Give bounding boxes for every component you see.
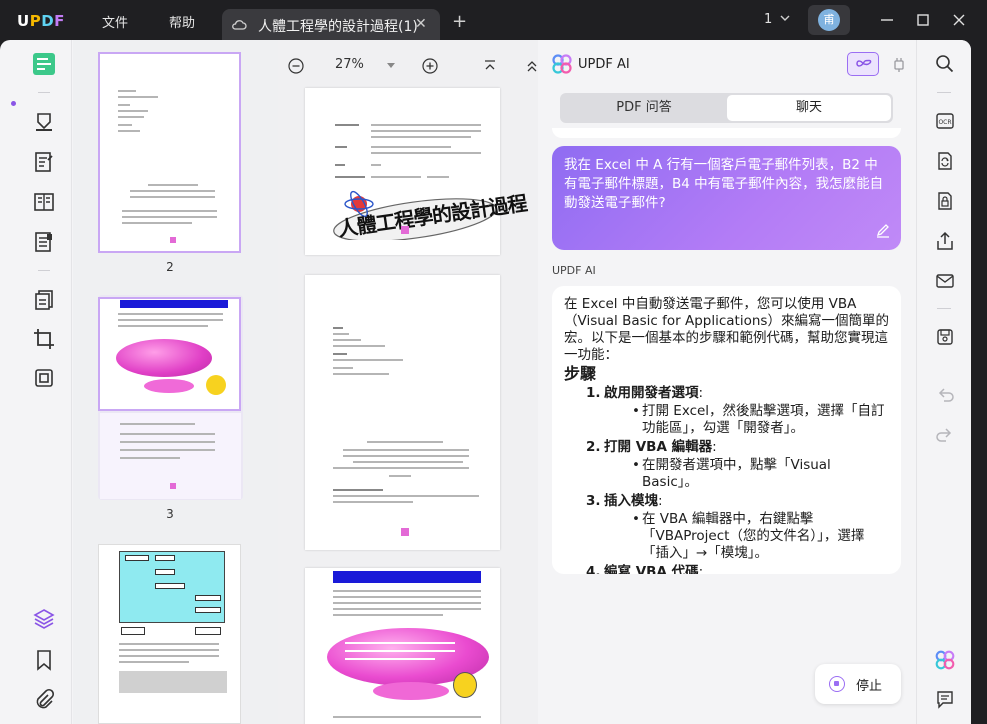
rail-divider	[937, 308, 951, 309]
share-icon[interactable]	[935, 231, 955, 251]
save-icon[interactable]	[935, 327, 955, 347]
zoom-dropdown-icon[interactable]	[386, 62, 396, 70]
close-tab-icon[interactable]: ✕	[415, 16, 427, 32]
assistant-label: UPDF AI	[552, 264, 596, 277]
assistant-message: 在 Excel 中自動發送電子郵件，您可以使用 VBA（Visual Basic…	[552, 286, 901, 574]
comment-icon[interactable]	[32, 110, 56, 134]
step-title: 4. 編寫 VBA 代碼:	[586, 564, 704, 574]
step-title: 1. 啟用開發者選項:	[586, 385, 704, 401]
stop-generating-button[interactable]: 停止	[815, 664, 901, 704]
thumbnail-label: 3	[166, 507, 174, 521]
crop-icon[interactable]	[32, 327, 56, 351]
tab-chat[interactable]: 聊天	[727, 95, 891, 121]
document-tab-title: 人體工程學的設計過程(1)	[258, 19, 418, 35]
edit-text-icon[interactable]	[32, 150, 56, 174]
thumbnail-page-4[interactable]	[98, 544, 241, 724]
email-icon[interactable]	[935, 271, 955, 291]
infinity-icon	[856, 59, 872, 67]
answer-heading: 步驟	[564, 364, 597, 383]
chat-icon[interactable]	[935, 689, 955, 709]
rail-divider	[937, 92, 951, 93]
form-icon[interactable]	[32, 230, 56, 254]
step-bullet: 在開發者選項中，點擊「Visual Basic」。	[586, 457, 889, 491]
page-layout-icon[interactable]	[32, 190, 56, 214]
svg-text:OCR: OCR	[938, 119, 951, 126]
menu-file[interactable]: 文件	[102, 12, 128, 31]
protect-icon[interactable]	[935, 191, 955, 211]
minimize-icon[interactable]	[879, 12, 895, 28]
reader-icon[interactable]	[32, 52, 56, 76]
thumbnail-panel: 2 3	[73, 40, 278, 724]
ocr-icon[interactable]: OCR	[935, 111, 955, 131]
stop-label: 停止	[856, 679, 883, 694]
compress-icon[interactable]	[32, 366, 56, 390]
step-title: 2. 打開 VBA 編輯器:	[586, 439, 717, 455]
user-message-text: 我在 Excel 中 A 行有一個客戶電子郵件列表，B2 中有電子郵件標題，B4…	[564, 157, 884, 211]
convert-icon[interactable]	[935, 151, 955, 171]
account-button[interactable]: 甫	[808, 5, 850, 35]
rail-divider	[38, 270, 50, 271]
avatar: 甫	[818, 9, 840, 31]
thumbnail-label: 2	[166, 260, 174, 274]
title-bar: UPDF 文件 帮助 人體工程學的設計過程(1) ✕ + 1 甫	[0, 0, 987, 44]
zoom-toolbar: 27%	[278, 50, 538, 80]
stop-icon	[829, 676, 845, 692]
previous-page-icon[interactable]	[525, 59, 538, 73]
step-bullet: 打開 Excel，然後點擊選項，選擇「自訂功能區」，勾選「開發者」。	[586, 403, 889, 437]
thumbnail-page-3-lower	[100, 413, 241, 499]
organize-pages-icon[interactable]	[32, 288, 56, 312]
bookmark-icon[interactable]	[32, 648, 56, 672]
app-window: 2 3 27% 人體工程學的設計過程 UPDF AI PDF 问答 聊天 我在 …	[0, 40, 971, 724]
updf-logo: UPDF	[17, 12, 65, 30]
rail-divider	[38, 92, 50, 93]
cloud-icon	[232, 20, 247, 30]
updf-ai-icon[interactable]	[935, 650, 955, 670]
thumbnail-page-2[interactable]	[98, 52, 241, 253]
ai-mode-switch: PDF 问答 聊天	[560, 93, 893, 123]
edit-icon[interactable]	[875, 222, 891, 238]
ai-assistant-panel: UPDF AI PDF 问答 聊天 我在 Excel 中 A 行有一個客戶電子郵…	[538, 40, 916, 724]
redo-icon[interactable]	[935, 425, 955, 445]
right-tool-rail: OCR	[916, 40, 971, 724]
chevron-down-icon[interactable]	[779, 12, 791, 24]
document-page-4	[305, 568, 500, 724]
zoom-out-icon[interactable]	[288, 58, 304, 74]
answer-intro: 在 Excel 中自動發送電子郵件，您可以使用 VBA（Visual Basic…	[564, 296, 889, 363]
new-tab-icon[interactable]: +	[452, 11, 467, 32]
menu-help[interactable]: 帮助	[169, 12, 195, 31]
attachment-icon[interactable]	[32, 688, 56, 712]
updf-ai-logo-icon	[552, 54, 572, 74]
maximize-icon[interactable]	[915, 12, 931, 28]
document-page-2: 人體工程學的設計過程	[305, 88, 528, 255]
zoom-level[interactable]: 27%	[335, 57, 364, 72]
first-page-icon[interactable]	[483, 59, 497, 73]
layers-icon[interactable]	[32, 607, 56, 631]
unlimited-plan-button[interactable]	[847, 52, 879, 76]
ai-panel-title: UPDF AI	[578, 57, 630, 72]
user-message: 我在 Excel 中 A 行有一個客戶電子郵件列表，B2 中有電子郵件標題，B4…	[552, 146, 901, 250]
document-viewer: 27% 人體工程學的設計過程	[278, 40, 538, 724]
step-title: 3. 插入模塊:	[586, 493, 663, 509]
close-window-icon[interactable]	[951, 12, 967, 28]
document-page-3	[305, 275, 500, 550]
window-count[interactable]: 1	[764, 12, 772, 27]
zoom-in-icon[interactable]	[422, 58, 438, 74]
step-bullet: 在 VBA 編輯器中，右鍵點擊「VBAProject（您的文件名）」，選擇「插入…	[586, 511, 889, 562]
left-tool-rail	[16, 40, 72, 724]
document-tab[interactable]: 人體工程學的設計過程(1) ✕	[222, 9, 440, 42]
undo-icon[interactable]	[935, 385, 955, 405]
thumbnail-page-3[interactable]	[98, 297, 241, 411]
pin-icon[interactable]	[892, 55, 906, 73]
steps-list: 1.啟用開發者選項: 打開 Excel，然後點擊選項，選擇「自訂功能區」，勾選「…	[586, 385, 889, 574]
previous-message-tail	[552, 128, 901, 138]
tab-pdf-qa[interactable]: PDF 问答	[563, 95, 725, 121]
search-icon[interactable]	[935, 54, 955, 74]
